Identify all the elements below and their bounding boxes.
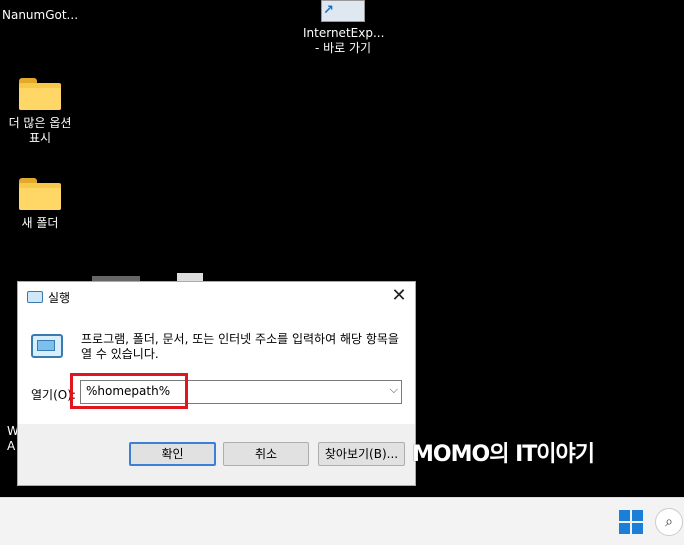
cancel-button[interactable]: 취소 [223,442,309,466]
search-icon[interactable]: ⌕ [655,508,683,536]
run-app-icon [31,334,63,358]
ok-button[interactable]: 확인 [129,442,216,466]
folder-icon [19,178,61,210]
partial-icon-label: A [7,439,16,453]
dialog-button-row: 확인 취소 찾아보기(B)... [18,424,415,485]
internet-explorer-icon: ↗ [321,0,365,22]
browse-button[interactable]: 찾아보기(B)... [318,442,405,466]
close-icon: ✕ [391,285,407,306]
desktop-icon-internet-explorer-shortcut[interactable]: ↗ InternetExp... - 바로 가기 [303,0,385,56]
dialog-title: 실행 [48,291,71,305]
desktop-icon-more-options[interactable]: 더 많은 옵션 표시 [0,78,80,146]
close-button[interactable]: ✕ [386,284,412,308]
taskbar: ⌕ [0,497,684,545]
desktop-icon-label: InternetExp... - 바로 가기 [303,26,385,55]
desktop-icon-label: 새 폴더 [21,216,59,230]
desktop-icon-nanumgothic[interactable]: NanumGot... [0,8,80,23]
windows-start-icon[interactable] [619,510,643,534]
run-icon [27,291,43,303]
dialog-description: 프로그램, 폴더, 문서, 또는 인터넷 주소를 입력하여 해당 항목을 열 수… [81,332,399,361]
red-highlight-box [70,373,188,409]
dialog-titlebar[interactable]: 실행 ✕ [18,282,415,310]
desktop-icon-label: 더 많은 옵션 표시 [8,116,72,145]
desktop-icon-new-folder[interactable]: 새 폴더 [0,178,80,231]
watermark: MOMO의 IT이야기 [412,442,595,467]
chevron-down-icon[interactable]: ⌵ [390,383,398,397]
desktop-icon-label: NanumGot... [1,8,79,22]
folder-icon [19,78,61,110]
